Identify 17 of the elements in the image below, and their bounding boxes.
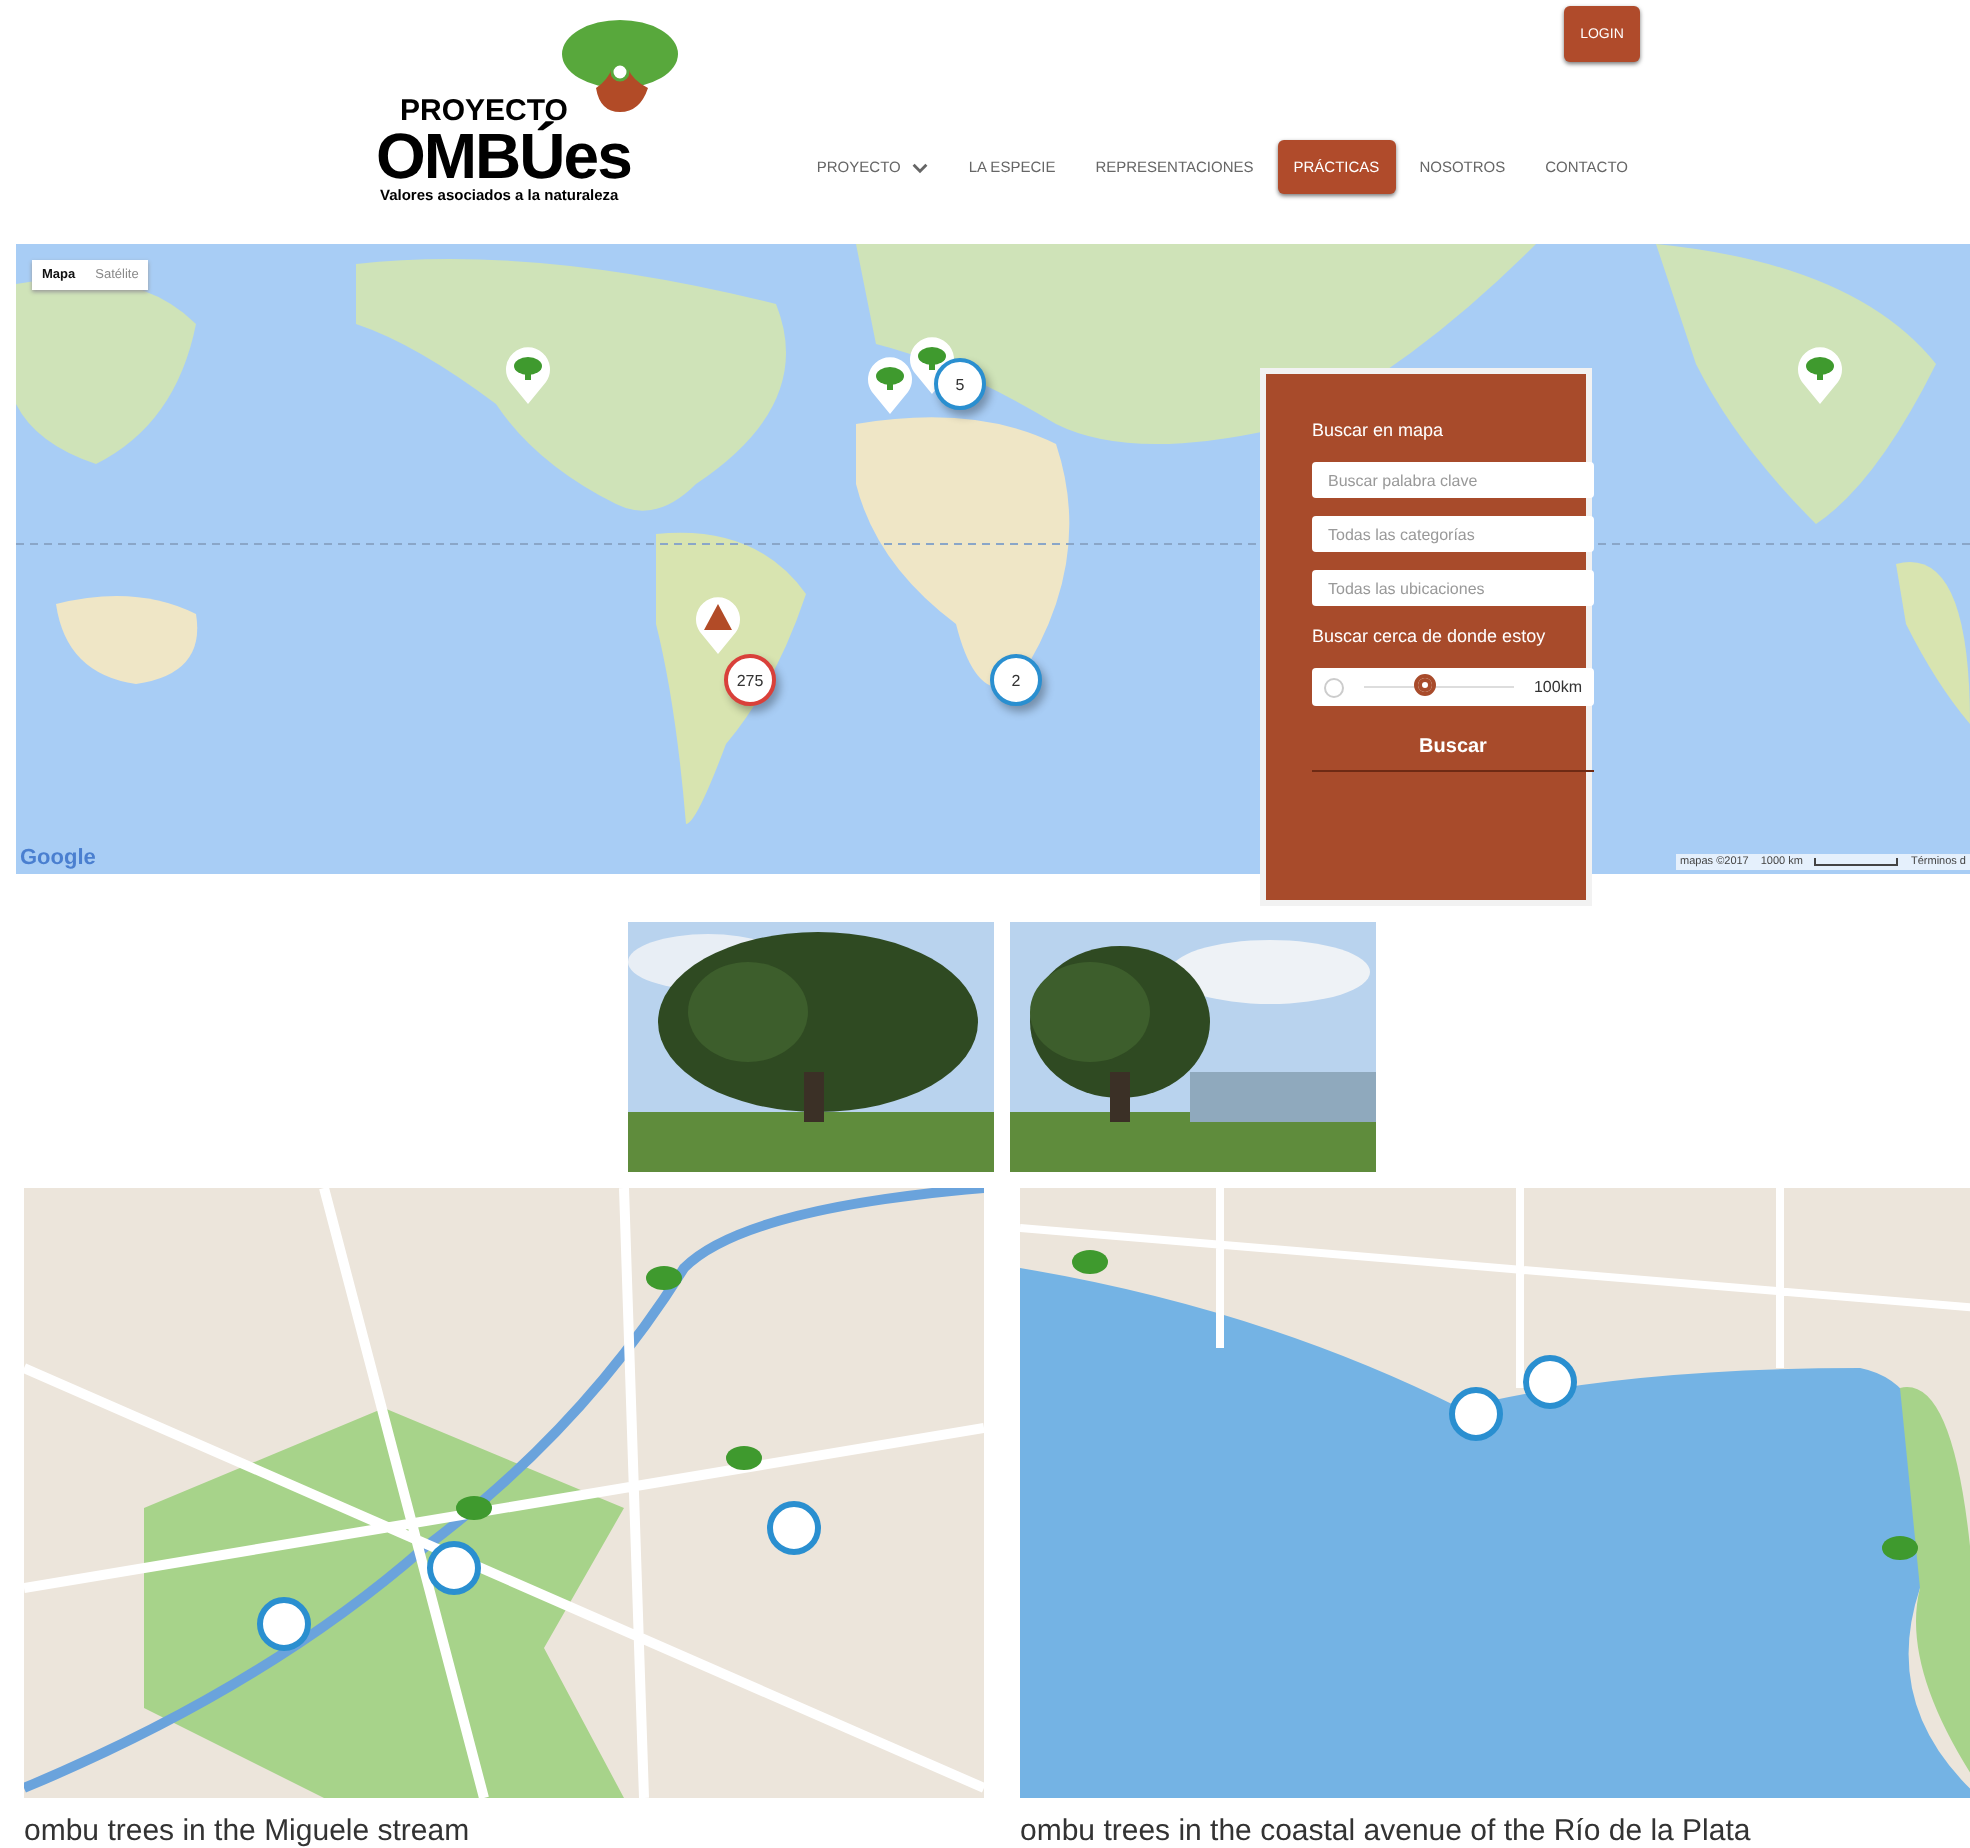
search-field[interactable]: Buscar palabra clave	[1312, 462, 1594, 498]
tree-pin-icon[interactable]	[866, 356, 914, 416]
search-button[interactable]: Buscar	[1312, 728, 1594, 772]
map-provider-logo: Google	[20, 846, 96, 870]
slider-thumb[interactable]	[1413, 674, 1436, 696]
logo-name: OMBÚes	[376, 126, 631, 186]
search-field[interactable]: Todas las ubicaciones	[1312, 570, 1594, 606]
map-caption: ombu trees in the Miguele stream	[24, 1814, 472, 1848]
radius-reading: 100km	[1533, 678, 1582, 696]
search-field[interactable]: Todas las categorías	[1312, 516, 1594, 552]
tree-pin-icon[interactable]	[504, 346, 552, 406]
tree-pin-icon[interactable]	[1796, 346, 1844, 406]
nearby-label: Buscar cerca de donde estoy	[1312, 624, 1548, 650]
map-caption: ombu trees in the coastal avenue of the Río de la Plata	[1020, 1814, 1753, 1848]
tent-pin-icon[interactable]	[694, 596, 742, 656]
chevron-down-icon	[912, 161, 929, 173]
panel-title: Buscar en mapa	[1312, 418, 1446, 444]
